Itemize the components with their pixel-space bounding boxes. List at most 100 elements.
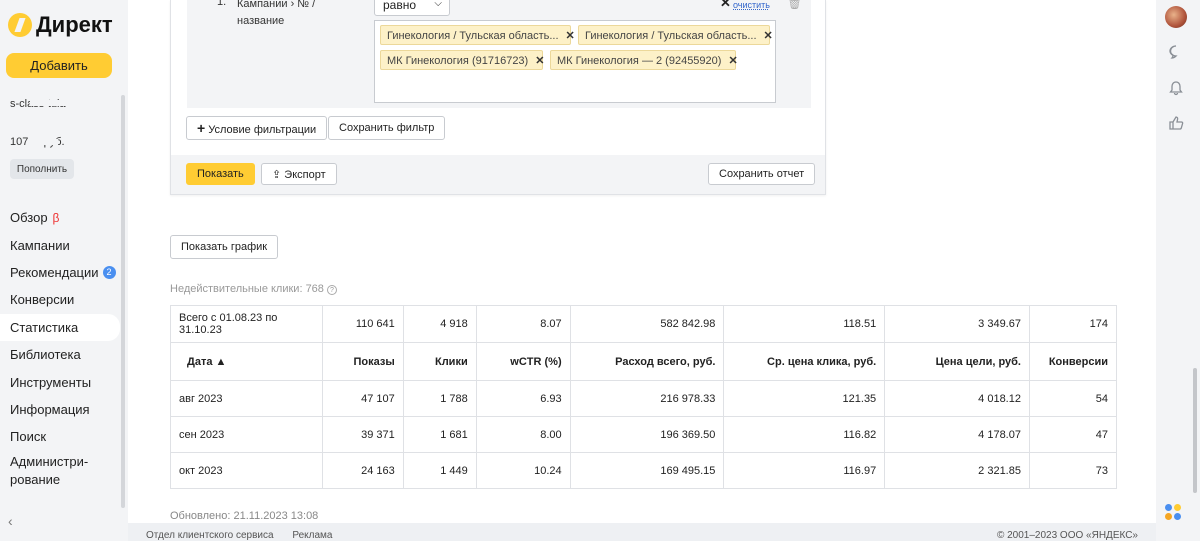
column-header-cost[interactable]: Расход всего, руб. xyxy=(569,342,725,381)
export-button[interactable]: ⇪ Экспорт xyxy=(261,163,337,185)
sidebar-item-statistics[interactable]: Статистика xyxy=(0,313,120,341)
thumbs-up-icon[interactable] xyxy=(1168,115,1184,131)
show-button[interactable]: Показать xyxy=(186,163,255,185)
table-cell: 2 321.85 xyxy=(884,452,1030,489)
sidebar-item-recommendations[interactable]: Рекомендации 2 xyxy=(0,259,128,286)
footer-copyright: © 2001–2023 ООО «ЯНДЕКС» xyxy=(996,530,1138,541)
table-cell: 47 xyxy=(1028,416,1118,453)
panel-footer: Показать ⇪ Экспорт Сохранить отчет xyxy=(171,155,825,194)
table-cell: 6.93 xyxy=(475,380,571,417)
sidebar-item-overview[interactable]: Обзор β xyxy=(0,204,128,231)
table-cell: 116.97 xyxy=(723,452,886,489)
clear-link[interactable]: очистить xyxy=(733,0,770,10)
sidebar-item-label: Рекомендации xyxy=(10,264,99,280)
chevron-down-icon: ⌵ xyxy=(434,0,442,9)
values-box[interactable]: Гинекология / Тульская область... ✕ Гинек… xyxy=(374,20,776,103)
totals-row: Всего с 01.08.23 по 31.10.23 110 641 4 9… xyxy=(170,305,1118,343)
sidebar: Директ Добавить s-class-tula 107 ... руб… xyxy=(0,0,128,541)
bell-icon[interactable] xyxy=(1168,80,1184,96)
table-cell: 118.51 xyxy=(723,305,886,343)
column-header-clicks[interactable]: Клики xyxy=(402,342,477,381)
trash-icon[interactable]: 🗑 xyxy=(787,0,802,10)
condition-field[interactable]: Кампании › № / название xyxy=(237,0,315,30)
count-badge: 2 xyxy=(102,265,116,279)
yandex-direct-logo-icon xyxy=(8,13,32,37)
invalid-clicks-label: Недействительные клики: 768 xyxy=(170,283,324,295)
table-cell: 47 107 xyxy=(321,380,404,417)
table-cell: 116.82 xyxy=(723,416,886,453)
column-header-date[interactable]: Дата ▲ xyxy=(170,342,323,381)
brand-name: Директ xyxy=(36,12,113,37)
table-cell: 4 918 xyxy=(402,305,477,343)
chevron-left-icon[interactable]: ‹ xyxy=(8,513,13,529)
language-icon[interactable] xyxy=(1165,504,1185,524)
operator-select[interactable]: равно ⌵ xyxy=(374,0,450,16)
table-cell: 73 xyxy=(1028,452,1118,489)
filter-conditions: 1. Кампании › № / название равно ⌵ ✕ очи… xyxy=(187,0,811,108)
column-header-impressions[interactable]: Показы xyxy=(321,342,404,381)
header-row: Дата ▲ Показы Клики wCTR (%) Расход всег… xyxy=(170,342,1118,381)
condition-field-line: Кампании › № / xyxy=(237,0,316,10)
right-rail xyxy=(1156,0,1200,541)
filter-panel: 1. Кампании › № / название равно ⌵ ✕ очи… xyxy=(170,0,826,195)
sidebar-item-search[interactable]: Поиск xyxy=(0,423,128,450)
table-cell: авг 2023 xyxy=(170,380,323,417)
sidebar-item-label: Конверсии xyxy=(10,292,75,308)
avatar[interactable] xyxy=(1165,6,1187,28)
filter-tag: Гинекология / Тульская область... ✕ xyxy=(578,25,773,45)
sidebar-item-campaigns[interactable]: Кампании xyxy=(0,231,128,258)
table-cell: 54 xyxy=(1028,380,1118,417)
table-cell: 110 641 xyxy=(321,305,404,343)
table-cell: 1 681 xyxy=(402,416,477,453)
table-cell: Всего с 01.08.23 по 31.10.23 xyxy=(170,305,323,343)
logo[interactable]: Директ xyxy=(8,12,113,38)
table-row: сен 2023 39 371 1 681 8.00 196 369.50 11… xyxy=(170,416,1118,453)
table-cell: 169 495.15 xyxy=(569,452,725,489)
filter-tag: МК Гинекология — 2 (92455920) ✕ xyxy=(550,50,738,70)
column-header-cpc[interactable]: Ср. цена клика, руб. xyxy=(723,342,886,381)
sidebar-item-info[interactable]: Информация xyxy=(0,396,128,423)
show-chart-button[interactable]: Показать график xyxy=(170,235,279,259)
filter-tag-label: Гинекология / Тульская область... xyxy=(585,30,757,42)
close-icon[interactable]: ✕ xyxy=(566,30,575,42)
table-row: окт 2023 24 163 1 449 10.24 169 495.15 1… xyxy=(170,452,1118,489)
sidebar-item-tools[interactable]: Инструменты xyxy=(0,368,128,395)
table-cell: 39 371 xyxy=(321,416,404,453)
add-button[interactable]: Добавить xyxy=(6,53,112,78)
column-header-goal-cost[interactable]: Цена цели, руб. xyxy=(884,342,1030,381)
table-cell: 8.00 xyxy=(475,416,571,453)
close-icon[interactable]: ✕ xyxy=(728,55,737,67)
table-cell: 3 349.67 xyxy=(884,305,1030,343)
save-filter-button[interactable]: Сохранить фильтр xyxy=(328,116,446,140)
footer-link-ads[interactable]: Реклама xyxy=(292,530,332,541)
help-icon[interactable]: ? xyxy=(326,285,337,295)
condition-field-line: название xyxy=(237,15,285,27)
sidebar-item-admin[interactable]: Администри-рование xyxy=(0,451,128,491)
invalid-clicks: Недействительные клики: 768? xyxy=(170,283,337,295)
table-cell: 1 788 xyxy=(402,380,477,417)
table-cell: 174 xyxy=(1028,305,1118,343)
close-icon[interactable]: ✕ xyxy=(720,0,731,11)
sidebar-item-label: Обзор xyxy=(10,210,48,226)
main-content: 1. Кампании › № / название равно ⌵ ✕ очи… xyxy=(128,0,1156,523)
table-row: авг 2023 47 107 1 788 6.93 216 978.33 12… xyxy=(170,380,1118,417)
beta-badge: β xyxy=(52,210,60,225)
page-scrollbar[interactable] xyxy=(1193,368,1197,493)
close-icon[interactable]: ✕ xyxy=(535,55,544,67)
close-icon[interactable]: ✕ xyxy=(764,30,773,42)
add-condition-label: Условие фильтрации xyxy=(208,124,317,136)
sidebar-item-label: Администри-рование xyxy=(10,453,89,487)
add-condition-button[interactable]: + Условие фильтрации xyxy=(186,116,328,140)
sidebar-item-label: Библиотека xyxy=(10,347,81,363)
sidebar-scrollbar[interactable] xyxy=(121,95,125,508)
save-report-button[interactable]: Сохранить отчет xyxy=(708,163,816,185)
updated-timestamp: Обновлено: 21.11.2023 13:08 xyxy=(170,510,319,522)
topup-button[interactable]: Пополнить xyxy=(10,159,74,179)
column-header-wctr[interactable]: wCTR (%) xyxy=(475,342,571,381)
chat-icon[interactable] xyxy=(1168,44,1184,60)
table-cell: 24 163 xyxy=(321,452,404,489)
column-header-conversions[interactable]: Конверсии xyxy=(1028,342,1118,381)
sidebar-item-library[interactable]: Библиотека xyxy=(0,341,128,368)
footer-link-support[interactable]: Отдел клиентского сервиса xyxy=(146,530,274,541)
sidebar-item-conversions[interactable]: Конверсии xyxy=(0,286,128,313)
